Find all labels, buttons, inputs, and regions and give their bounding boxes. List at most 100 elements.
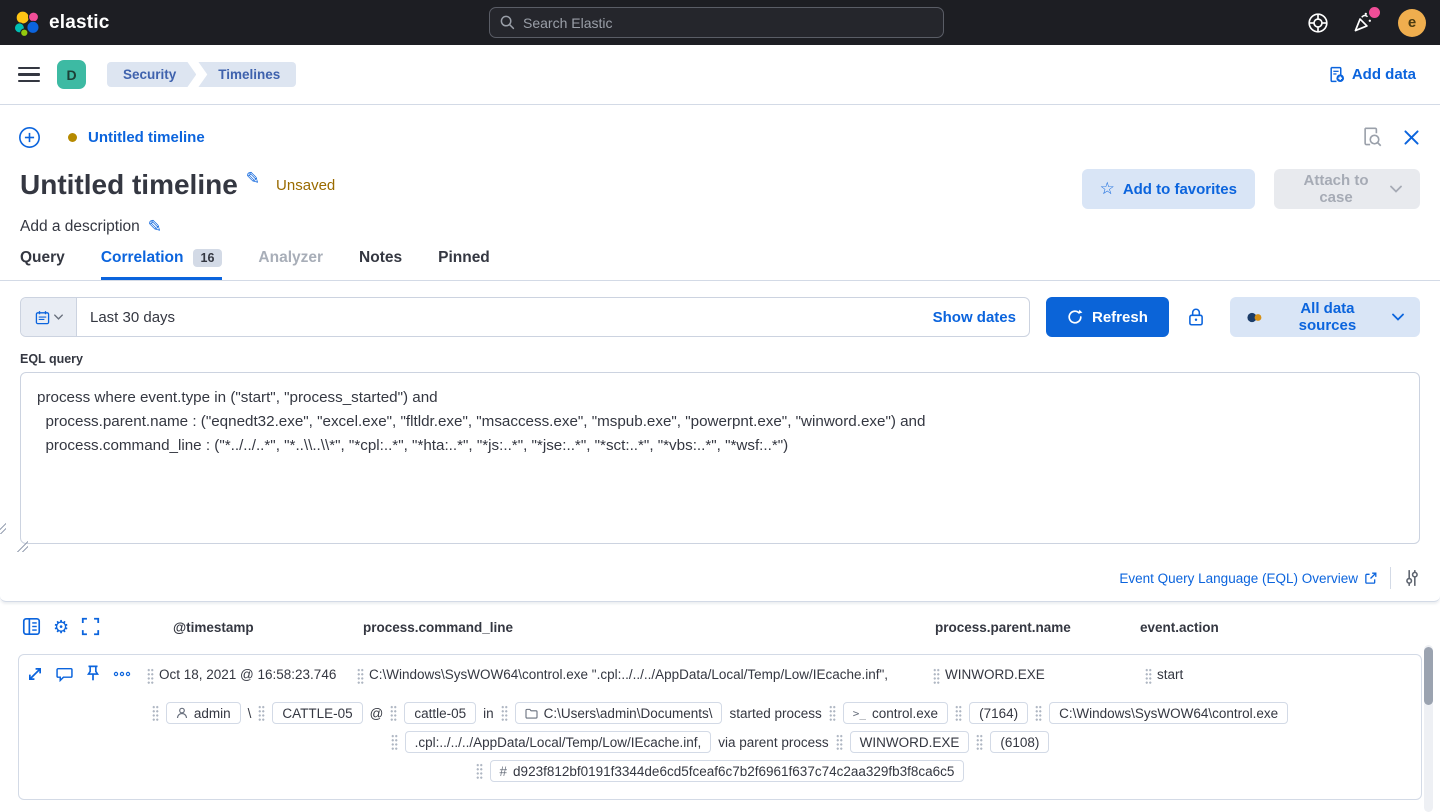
calendar-icon [35,310,50,325]
description-row[interactable]: Add a description ✎ [0,209,1440,237]
drag-handle[interactable] [976,734,983,751]
drag-handle[interactable] [836,734,843,751]
search-events-icon[interactable] [1362,127,1382,147]
tab-pinned[interactable]: Pinned [438,249,490,280]
drag-handle[interactable] [501,705,508,722]
gear-icon[interactable]: ⚙ [53,618,69,636]
expand-event-icon[interactable] [27,666,43,682]
star-icon: ☆ [1100,179,1115,199]
cell-parent-name[interactable]: WINWORD.EXE [933,667,1045,685]
host-badge[interactable]: cattle-05 [404,702,476,724]
attach-label: Attach to case [1292,172,1380,206]
event-renderer-line-2: .cpl:../../../AppData/Local/Temp/Low/IEc… [19,731,1421,753]
drag-handle[interactable] [357,668,364,685]
add-to-favorites-button[interactable]: ☆ Add to favorites [1082,169,1255,209]
drag-handle[interactable] [1035,705,1042,722]
drag-handle[interactable] [933,668,940,685]
tab-notes[interactable]: Notes [359,249,402,280]
event-row-group: Oct 18, 2021 @ 16:58:23.746 C:\Windows\S… [18,654,1422,800]
vertical-scrollbar[interactable] [1424,645,1433,812]
user-avatar[interactable]: e [1398,9,1426,37]
refresh-label: Refresh [1092,309,1148,326]
timeline-flyout-header: Untitled timeline [0,105,1440,149]
refresh-button[interactable]: Refresh [1046,297,1169,337]
drag-handle[interactable] [147,668,154,685]
header-actions: e [1307,0,1426,45]
external-link-icon [1364,572,1377,585]
close-icon[interactable] [1403,129,1420,146]
process-pid-badge[interactable]: (7164) [969,702,1028,724]
notification-dot [1369,7,1380,18]
add-data-label: Add data [1352,66,1416,83]
global-search[interactable] [489,7,944,38]
query-settings-icon[interactable] [1404,569,1420,587]
show-dates-button[interactable]: Show dates [933,309,1016,326]
timeline-title-link[interactable]: Untitled timeline [88,129,205,146]
drag-handle[interactable] [476,763,483,780]
breadcrumb-timelines[interactable]: Timelines [198,62,296,88]
breadcrumb-security[interactable]: Security [107,62,196,88]
tab-analyzer[interactable]: Analyzer [258,249,323,280]
eql-overview-label: Event Query Language (EQL) Overview [1119,571,1358,586]
drag-handle[interactable] [391,734,398,751]
tab-query[interactable]: Query [20,249,65,280]
drag-handle[interactable] [152,705,159,722]
more-actions-icon[interactable] [113,667,131,681]
data-sources-label: All data sources [1273,300,1382,334]
timeline-title-row: Untitled timeline ✎ Unsaved ☆ Add to fav… [0,149,1440,209]
resize-handle-icon[interactable] [0,523,6,534]
eql-query-textarea[interactable]: process where event.type in ("start", "p… [20,372,1420,544]
hostname-badge[interactable]: CATTLE-05 [272,702,362,724]
add-note-icon[interactable] [56,666,73,682]
parent-process-badge[interactable]: WINWORD.EXE [850,731,970,753]
elastic-brand[interactable]: elastic [0,10,110,36]
global-header: elastic e [0,0,1440,45]
fullscreen-icon[interactable] [81,617,100,636]
pin-event-icon[interactable] [86,665,100,682]
global-search-input[interactable] [523,15,933,31]
scrollbar-thumb[interactable] [1424,647,1433,705]
page-title: Untitled timeline [20,169,238,201]
executable-badge[interactable]: C:\Windows\SysWOW64\control.exe [1049,702,1288,724]
drag-handle[interactable] [829,705,836,722]
column-header-event-action[interactable]: event.action [1140,620,1219,635]
drag-handle[interactable] [390,705,397,722]
help-icon[interactable] [1307,12,1329,34]
process-args-badge[interactable]: .cpl:../../../AppData/Local/Temp/Low/IEc… [405,731,712,753]
parent-pid-badge[interactable]: (6108) [990,731,1049,753]
eql-overview-link[interactable]: Event Query Language (EQL) Overview [1119,571,1377,586]
process-name-badge[interactable]: >_ control.exe [843,702,948,724]
lock-icon[interactable] [1185,307,1208,327]
separator-backslash: \ [248,706,252,721]
new-timeline-icon[interactable] [18,126,41,149]
add-data-button[interactable]: Add data [1328,66,1416,83]
tab-correlation[interactable]: Correlation 16 [101,249,223,281]
chevron-down-icon [54,314,63,320]
date-quick-select-button[interactable] [21,298,77,336]
newsfeed-icon[interactable] [1352,11,1375,34]
columns-icon[interactable] [22,617,41,636]
menu-icon[interactable] [18,67,40,83]
drag-handle[interactable] [258,705,265,722]
cell-command-line[interactable]: C:\Windows\SysWOW64\control.exe ".cpl:..… [357,667,932,685]
hash-badge[interactable]: # d923f812bf0191f3344de6cd5fceaf6c7b2f69… [490,760,965,782]
date-range-text[interactable]: Last 30 days [90,309,175,326]
user-badge[interactable]: admin [166,702,241,724]
edit-description-icon[interactable]: ✎ [148,217,162,237]
cell-timestamp[interactable]: Oct 18, 2021 @ 16:58:23.746 [147,667,336,685]
event-renderer-line-3: # d923f812bf0191f3344de6cd5fceaf6c7b2f69… [19,760,1421,782]
space-badge[interactable]: D [57,60,86,89]
edit-title-icon[interactable]: ✎ [246,169,260,189]
column-header-parent-name[interactable]: process.parent.name [935,620,1071,635]
divider [1390,567,1391,589]
attach-to-case-button[interactable]: Attach to case [1274,169,1420,209]
separator-at: @ [370,706,384,721]
column-header-command-line[interactable]: process.command_line [363,620,513,635]
drag-handle[interactable] [1145,668,1152,685]
drag-handle[interactable] [955,705,962,722]
brand-name: elastic [49,12,110,34]
column-header-timestamp[interactable]: @timestamp [173,620,254,635]
working-directory-badge[interactable]: C:\Users\admin\Documents\ [515,702,723,724]
cell-event-action[interactable]: start [1145,667,1183,685]
data-sources-button[interactable]: All data sources [1230,297,1420,337]
